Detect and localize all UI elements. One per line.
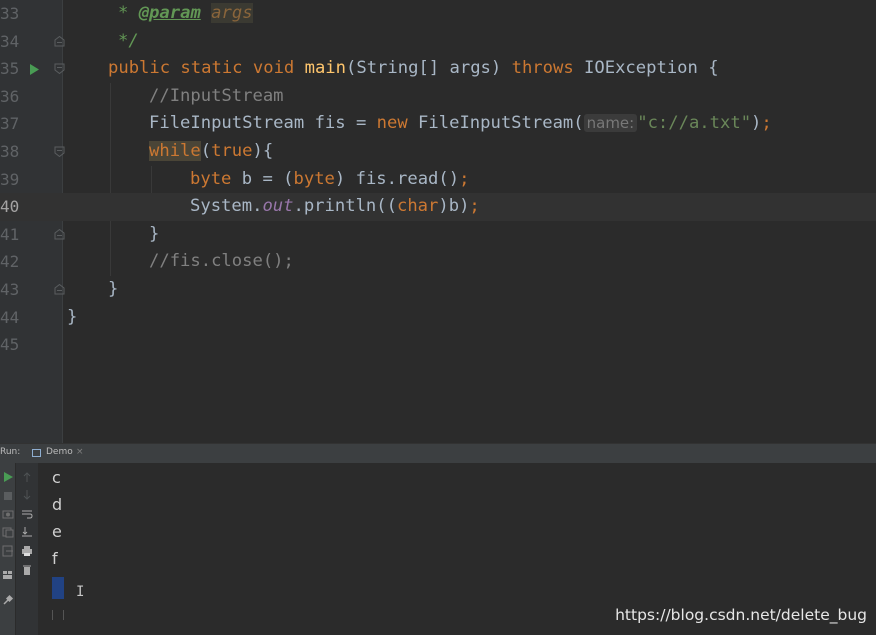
code-text: public static void main(String[] args) t…: [108, 58, 719, 79]
code-line-38[interactable]: 38 while(true){: [0, 138, 876, 166]
camera-icon[interactable]: [2, 505, 14, 519]
tab-label: Demo: [46, 447, 73, 457]
line-number: 44: [0, 307, 20, 327]
code-text: }: [108, 279, 119, 299]
code-text: * @param args: [118, 3, 253, 23]
javadoc-param-name: args: [211, 3, 253, 23]
console-output-line: c: [52, 468, 61, 487]
code-text: //InputStream: [149, 85, 284, 106]
text-cursor-icon: I: [76, 584, 85, 600]
code-text: }: [67, 306, 78, 327]
trash-icon[interactable]: [21, 561, 33, 575]
sort-icon[interactable]: [21, 523, 33, 537]
code-line-41[interactable]: 41 }: [0, 221, 876, 249]
code-text: */: [118, 30, 139, 51]
line-number: 36: [0, 86, 20, 106]
line-number: 42: [0, 252, 20, 272]
code-line-39[interactable]: 39 byte b = (byte) fis.read();: [0, 166, 876, 194]
code-text: System.out.println((char)b);: [190, 196, 480, 217]
code-text: //fis.close();: [149, 251, 294, 272]
run-tool-window-header: Run: Demo ×: [0, 443, 876, 465]
close-icon[interactable]: ×: [76, 447, 84, 457]
console-output-line: d: [52, 495, 63, 514]
code-line-34[interactable]: 34 */: [0, 28, 876, 56]
settings-icon[interactable]: [2, 523, 14, 538]
code-line-44[interactable]: 44 }: [0, 304, 876, 332]
line-number: 41: [0, 224, 20, 244]
line-number: 38: [0, 142, 20, 161]
stop-icon[interactable]: [2, 487, 14, 500]
line-number: 45: [0, 335, 20, 355]
line-number: 35: [0, 59, 20, 79]
run-config-icon: [32, 449, 41, 457]
line-number: 39: [0, 169, 20, 189]
code-line-45[interactable]: 45: [0, 331, 876, 359]
run-toolbar-primary: [0, 463, 15, 635]
fold-icon[interactable]: [54, 35, 65, 47]
code-line-36[interactable]: 36 //InputStream: [0, 83, 876, 111]
layout-icon[interactable]: [2, 566, 14, 579]
code-text: while(true){: [149, 141, 274, 161]
soft-wrap-icon[interactable]: [21, 505, 33, 519]
console-output-line: f: [52, 549, 58, 568]
line-number: 33: [0, 4, 20, 23]
rerun-icon[interactable]: [2, 468, 14, 482]
run-toolbar-secondary: [15, 463, 38, 635]
console-output-line: e: [52, 522, 62, 541]
run-label: Run:: [0, 447, 21, 457]
console-glyph-box: [52, 610, 64, 620]
tab-demo[interactable]: Demo ×: [24, 444, 92, 465]
fold-icon[interactable]: [54, 63, 65, 75]
exit-icon[interactable]: [2, 542, 14, 557]
pin-icon[interactable]: [2, 591, 14, 605]
watermark: https://blog.csdn.net/delete_bug: [615, 606, 867, 624]
scroll-up-icon[interactable]: [21, 468, 33, 482]
run-gutter-icon[interactable]: [29, 61, 40, 80]
line-number: 37: [0, 114, 20, 134]
code-text: byte b = (byte) fis.read();: [190, 168, 470, 189]
code-text: }: [149, 223, 160, 244]
code-line-35[interactable]: 35 public static void main(String[] args…: [0, 55, 876, 83]
code-line-43[interactable]: 43 }: [0, 276, 876, 304]
scroll-down-icon[interactable]: [21, 486, 33, 500]
code-text: FileInputStream fis = new FileInputStrea…: [149, 113, 772, 134]
code-line-40[interactable]: 40 System.out.println((char)b);: [0, 193, 876, 221]
print-icon[interactable]: [21, 542, 33, 556]
code-editor[interactable]: 33 * @param args 34 */ 35 public static …: [0, 0, 876, 443]
fold-icon[interactable]: [54, 228, 65, 240]
code-line-42[interactable]: 42 //fis.close();: [0, 248, 876, 276]
fold-icon[interactable]: [54, 146, 65, 157]
parameter-hint: name:: [583, 114, 638, 133]
code-line-37[interactable]: 37 FileInputStream fis = new FileInputSt…: [0, 110, 876, 138]
console-selection-block: [52, 577, 64, 599]
line-number: 43: [0, 280, 20, 299]
javadoc-tag: @param: [138, 3, 201, 23]
code-line-33[interactable]: 33 * @param args: [0, 0, 876, 28]
fold-icon[interactable]: [54, 284, 65, 295]
line-number: 40: [0, 197, 20, 217]
line-number: 34: [0, 31, 20, 51]
